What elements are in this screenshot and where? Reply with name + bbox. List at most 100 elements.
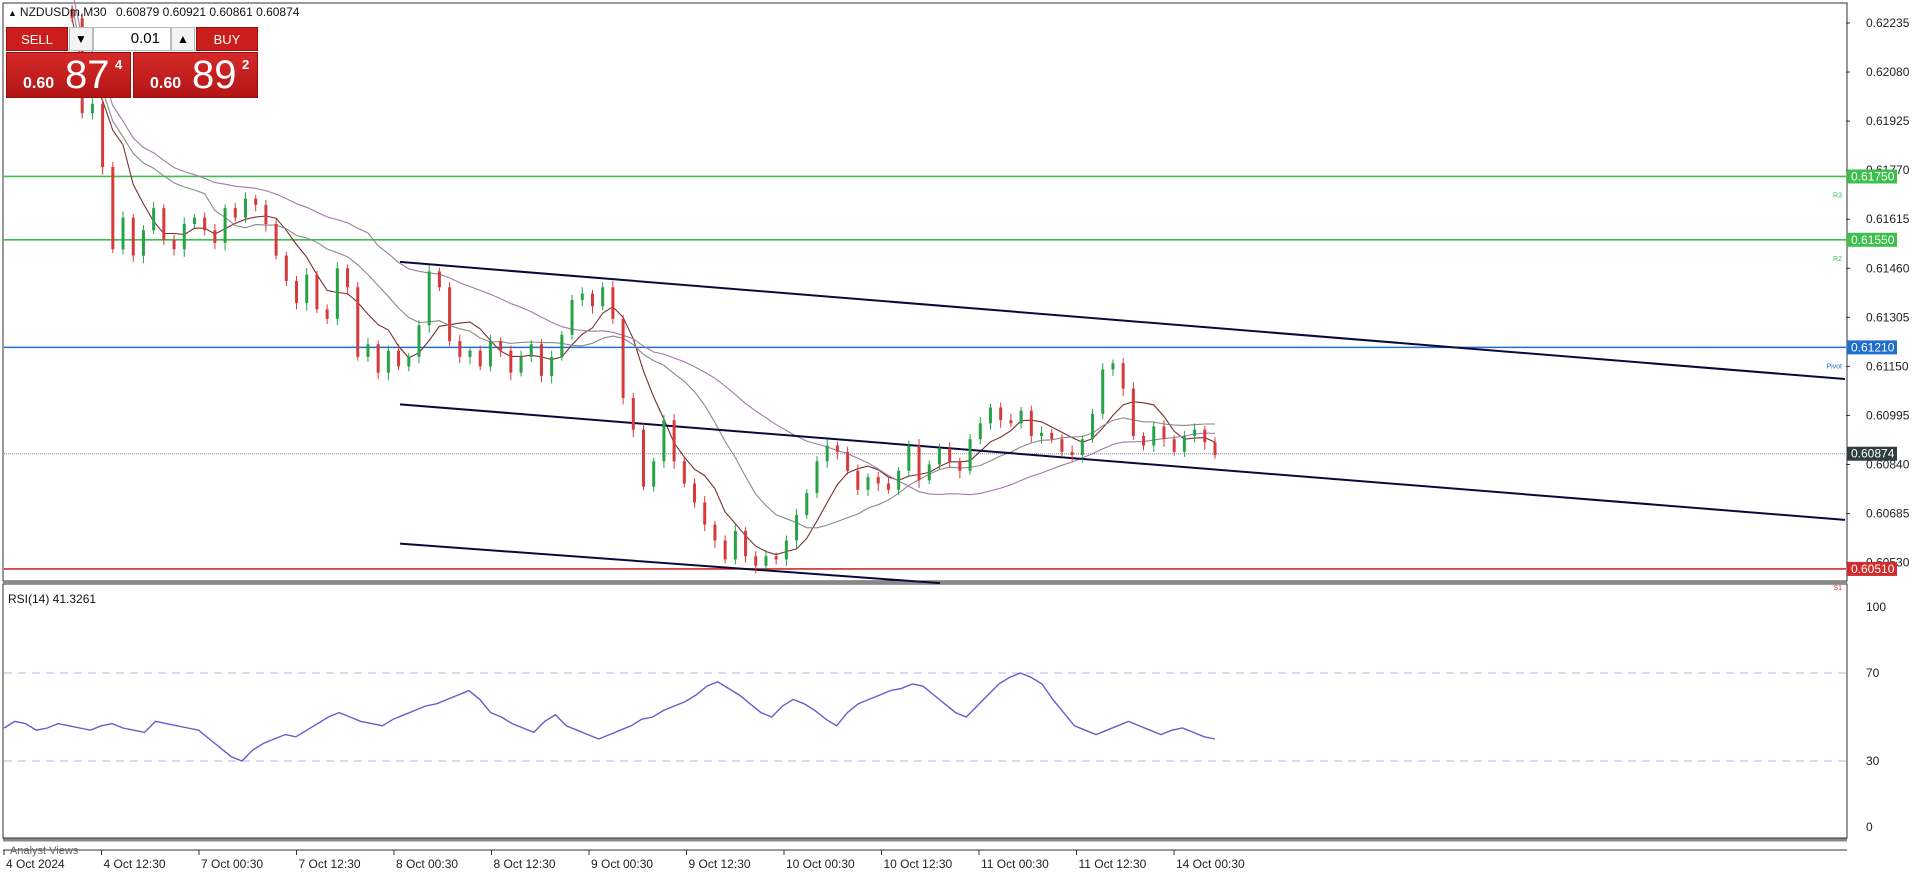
candle-body xyxy=(733,530,737,560)
channel-line xyxy=(399,260,1846,381)
time-tick-label: 4 Oct 2024 xyxy=(6,857,65,871)
candle-body xyxy=(233,208,237,218)
candle-body xyxy=(223,208,227,243)
candle-body xyxy=(427,271,431,326)
candle-body xyxy=(1009,420,1013,424)
price-tick-label: 0.61925 xyxy=(1866,114,1910,128)
candle-body xyxy=(437,271,441,288)
rsi-pane-frame xyxy=(2,583,1848,839)
level-tag-pivot: Pivot xyxy=(1826,363,1842,370)
rsi-line xyxy=(3,672,1216,762)
candle-body xyxy=(274,223,278,256)
candle-body xyxy=(1131,388,1135,436)
candle-body xyxy=(407,356,411,367)
candle-body xyxy=(621,318,625,399)
time-tick-label: 10 Oct 00:30 xyxy=(786,857,855,871)
candle-body xyxy=(356,287,360,357)
rsi-tick-label: 30 xyxy=(1866,754,1880,768)
candle-body xyxy=(795,515,799,541)
sell-button[interactable]: SELL xyxy=(6,27,68,51)
volume-input[interactable]: 0.01 xyxy=(93,27,171,51)
candle-body xyxy=(1213,442,1217,455)
candle-body xyxy=(376,344,380,373)
candle-body xyxy=(550,356,554,376)
candle-body xyxy=(682,461,686,484)
price-tag-s1: 0.60510 xyxy=(1851,562,1895,576)
candle-body xyxy=(192,217,196,224)
volume-decrease-button[interactable]: ▼ xyxy=(69,27,93,51)
candle-body xyxy=(958,461,962,471)
candle-body xyxy=(601,287,605,307)
candle-body xyxy=(713,524,717,541)
buy-price-prefix: 0.60 xyxy=(150,75,182,92)
candle-body xyxy=(784,540,788,560)
candle-body xyxy=(1203,429,1207,443)
time-tick-label: 10 Oct 12:30 xyxy=(884,857,953,871)
volume-increase-button[interactable]: ▲ xyxy=(171,27,195,51)
candle-body xyxy=(478,350,482,367)
chart-header: ▲ NZDUSDm,M30 0.60879 0.60921 0.60861 0.6… xyxy=(8,5,299,19)
symbol-label: NZDUSDm,M30 xyxy=(19,5,107,19)
buy-price-button[interactable]: 0.60 89 2 xyxy=(133,52,258,98)
candle-body xyxy=(315,274,319,310)
candle-body xyxy=(305,274,309,304)
candle-body xyxy=(876,477,880,484)
candle-body xyxy=(417,325,421,357)
sell-price-pips: 87 xyxy=(65,53,110,97)
collapse-triangle-icon[interactable]: ▲ xyxy=(8,8,17,18)
candle-body xyxy=(346,268,350,288)
candle-body xyxy=(580,293,584,300)
price-tag-pivot: 0.61210 xyxy=(1851,340,1895,354)
candle-body xyxy=(917,445,921,481)
time-tick-label: 9 Oct 12:30 xyxy=(689,857,751,871)
candle-body xyxy=(1172,439,1176,452)
candle-body xyxy=(172,239,176,250)
candle-body xyxy=(978,423,982,440)
candle-body xyxy=(295,280,299,304)
candle-body xyxy=(886,483,890,490)
time-tick-label: 9 Oct 00:30 xyxy=(591,857,653,871)
price-tag-r2: 0.61550 xyxy=(1851,233,1895,247)
candle-body xyxy=(999,407,1003,421)
candle-body xyxy=(488,341,492,367)
candle-body xyxy=(927,464,931,481)
candle-body xyxy=(519,356,523,373)
candle-body xyxy=(948,448,952,462)
candle-body xyxy=(101,103,105,167)
candle-body xyxy=(386,350,390,373)
candle-body xyxy=(968,439,972,471)
candle-body xyxy=(652,461,656,487)
candle-body xyxy=(642,429,645,487)
candle-body xyxy=(846,451,850,471)
candle-body xyxy=(366,344,370,357)
rsi-plot: 100 70 30 0 xyxy=(3,600,1886,834)
candle-body xyxy=(1040,432,1044,436)
buy-price-fraction: 2 xyxy=(242,57,250,72)
candle-body xyxy=(897,470,901,490)
candle-body xyxy=(1070,451,1074,455)
candle-body xyxy=(815,461,819,493)
sell-price-button[interactable]: 0.60 87 4 xyxy=(6,52,131,98)
time-tick-label: 4 Oct 12:30 xyxy=(104,857,166,871)
candle-body xyxy=(672,420,676,462)
candle-body xyxy=(335,268,339,319)
candle-body xyxy=(397,350,401,367)
candle-body xyxy=(131,217,135,256)
channel-line xyxy=(399,403,1846,521)
candle-body xyxy=(866,477,870,490)
buy-button[interactable]: BUY xyxy=(196,27,258,51)
current-price-tag: 0.60874 xyxy=(1851,447,1895,461)
candle-body xyxy=(744,530,748,557)
candle-body xyxy=(162,208,166,240)
analyst-views-tab[interactable]: Analyst Views xyxy=(10,845,78,857)
pivot-levels: R3 R2 Pivot S1 xyxy=(4,175,1846,592)
candle-body xyxy=(121,217,125,250)
candle-body xyxy=(1121,363,1125,389)
candle-body xyxy=(570,299,574,335)
candle-body xyxy=(1152,426,1156,446)
price-tick-label: 0.61150 xyxy=(1866,359,1909,373)
candle-body xyxy=(539,344,543,376)
candle-body xyxy=(907,445,911,471)
candle-body xyxy=(1080,439,1084,455)
candle-body xyxy=(754,556,758,566)
